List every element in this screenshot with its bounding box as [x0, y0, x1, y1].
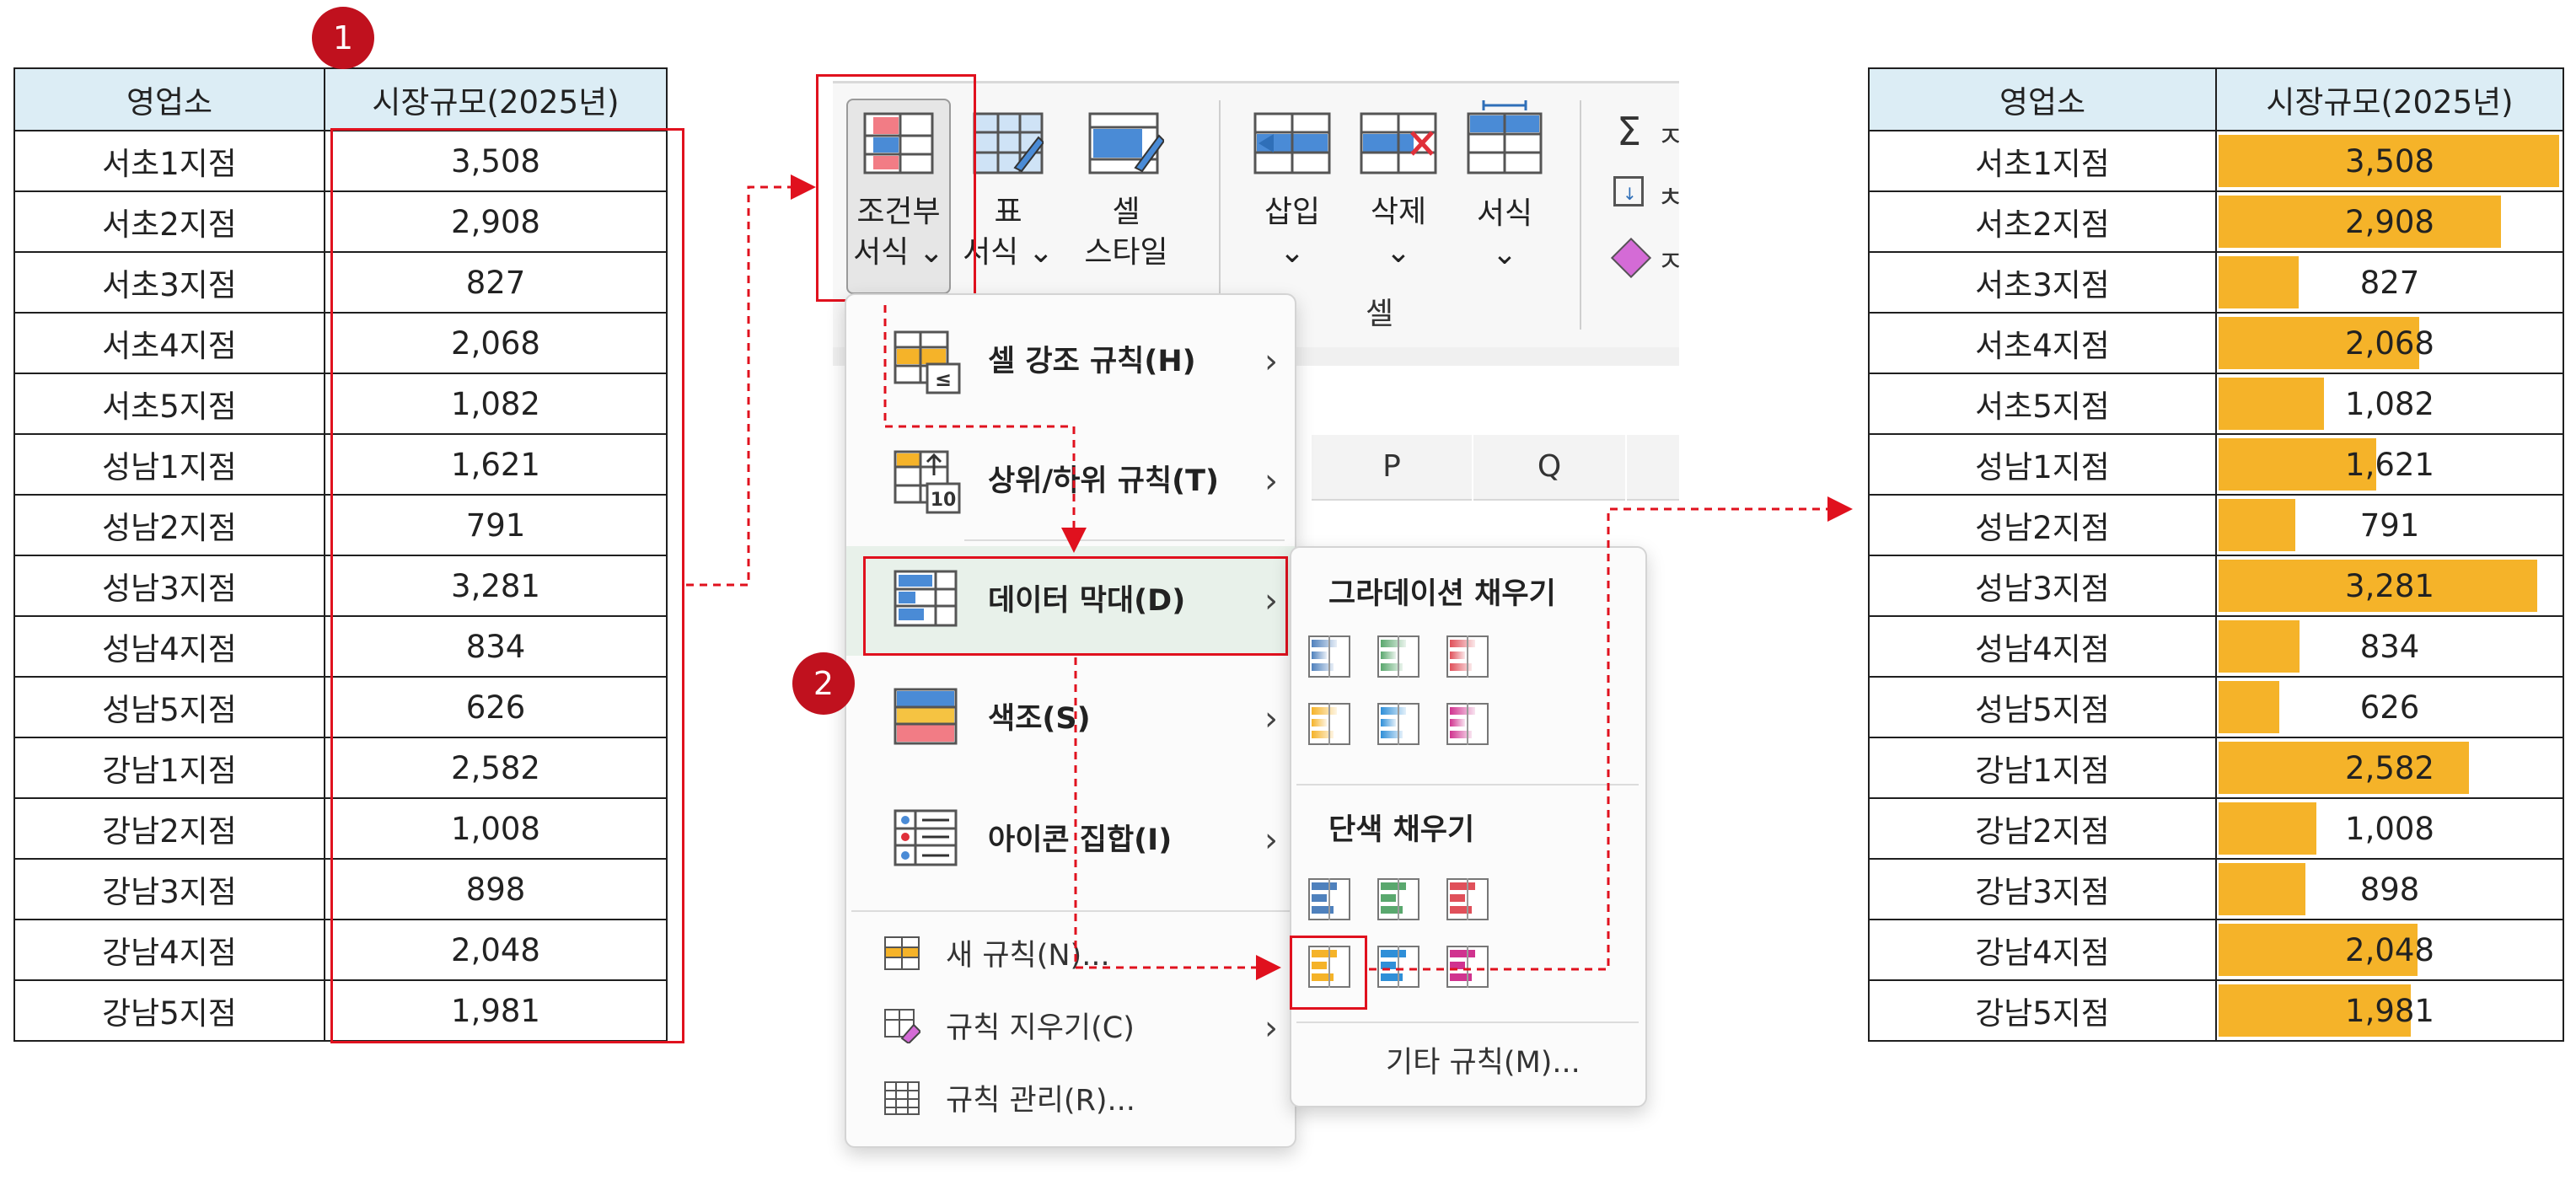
market-size-value: 791	[2359, 507, 2420, 544]
market-size-value: 2,582	[2345, 749, 2434, 786]
market-size-value: 1,981	[2345, 992, 2434, 1029]
arrow-ribbon-to-databars	[883, 305, 1087, 553]
market-size-value: 626	[2359, 689, 2420, 726]
market-size-value: 1,008	[2345, 810, 2434, 847]
flow-arrows	[686, 174, 1853, 980]
market-size-value: 3,508	[2345, 142, 2434, 180]
market-size-value: 898	[2359, 871, 2420, 908]
market-size-value: 827	[2359, 264, 2420, 301]
market-size-value: 1,621	[2345, 446, 2434, 483]
market-size-value: 1,082	[2345, 385, 2434, 422]
arrow-databars-to-swatch	[1074, 657, 1281, 980]
market-size-value: 2,048	[2345, 931, 2434, 968]
arrow-range-to-ribbon	[686, 174, 816, 587]
arrow-swatch-to-result	[1369, 496, 1853, 971]
market-size-value: 2,068	[2345, 324, 2434, 362]
market-size-value: 3,281	[2345, 567, 2434, 604]
market-size-value: 834	[2359, 628, 2420, 665]
market-size-value: 2,908	[2345, 203, 2434, 240]
